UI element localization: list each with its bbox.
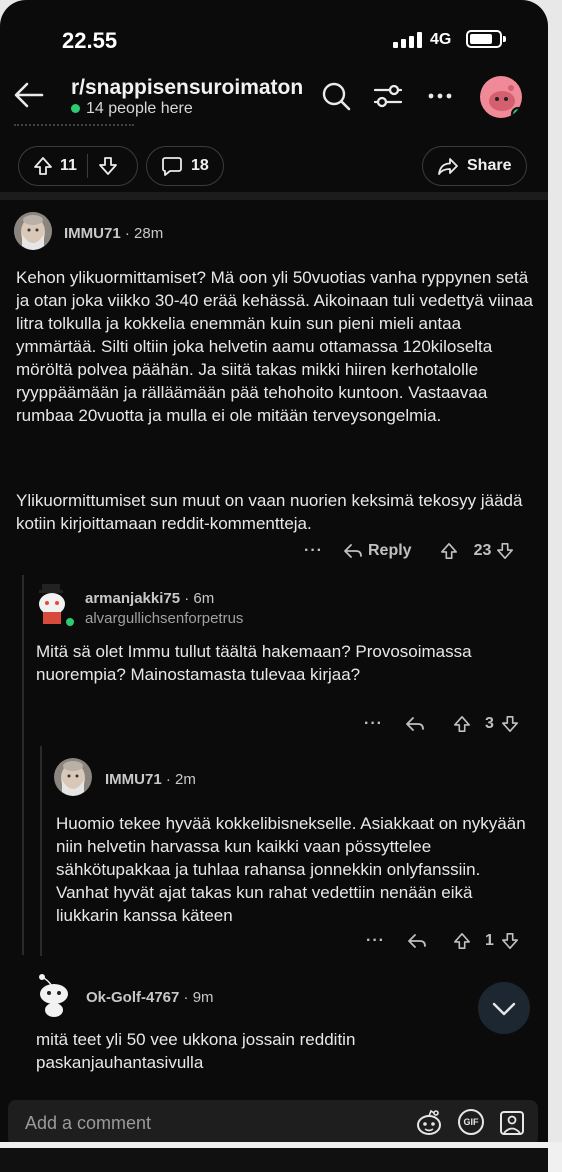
online-status-dot [64,616,76,628]
author-name[interactable]: armanjakki75 [85,590,180,607]
chevron-down-icon [492,1002,516,1016]
comment-body: Mitä sä olet Immu tullut täältä hakemaan… [36,642,472,684]
signal-icon [393,32,423,48]
vote-separator [86,154,88,178]
share-label: Share [467,157,512,174]
comment-body: Ylikuormittumiset sun muut on vaan nuori… [16,491,523,533]
downvote-icon[interactable] [98,156,118,176]
downvote-icon[interactable] [501,715,519,733]
comment-body: Huomio tekee hyvää kokkelibisnekselle. A… [56,814,526,925]
status-time: 22.55 [62,28,118,53]
avatar-face-icon [14,212,52,250]
downvote-icon[interactable] [501,932,519,950]
avatar-face-icon [54,758,92,796]
reply-arrow-icon[interactable] [407,932,427,950]
home-bar [0,1148,548,1172]
comment-time: 6m [193,590,215,607]
scroll-down-button[interactable] [478,982,530,1034]
comment: armanjakki75 · 6m alvargullichsenforpetr… [0,580,548,740]
status-bar: 22.55 4G [0,26,548,56]
author-avatar[interactable] [34,582,76,628]
author-name[interactable]: Ok-Golf-4767 [86,989,179,1006]
subreddit-header: r/snappisensuroimaton 14 people here [0,70,548,126]
comment-author[interactable]: armanjakki75 · 6m [85,590,214,607]
truncated-text [14,124,134,130]
author-avatar[interactable] [14,212,52,250]
more-options-icon[interactable] [424,80,456,112]
comment-bubble-icon [162,157,182,176]
comment: Ok-Golf-4767 · 9m mitä teet yli 50 vee u… [0,970,548,1090]
comment-count: 18 [191,157,209,174]
screen-edge [0,1142,562,1172]
comment-time: 9m [192,989,214,1006]
user-flair: alvargullichsenforpetrus [85,610,244,627]
filter-icon[interactable] [372,80,404,112]
comment-author[interactable]: Ok-Golf-4767 · 9m [86,989,214,1006]
vote-count: 1 [484,932,494,949]
vote-count: 23 [473,542,492,559]
post-actions: 11 18 Share [0,146,548,188]
reply-arrow-icon[interactable] [405,715,425,733]
more-dots-icon[interactable]: ··· [364,715,383,733]
user-avatar[interactable] [480,76,522,118]
battery-icon [466,30,506,48]
comment-author[interactable]: IMMU71 · 2m [105,771,196,788]
share-button[interactable]: Share [422,146,527,186]
online-text: 14 people here [86,100,193,117]
section-divider [0,192,548,200]
phone-screen: 22.55 4G r/snappisensuroimaton 14 people… [0,0,548,1142]
comments-button[interactable]: 18 [146,146,224,186]
comment-time: 2m [175,771,196,788]
comment: IMMU71 · 2m Huomio tekee hyvää kokkelibi… [0,756,548,956]
vote-pill: 11 [18,146,138,186]
online-count: 14 people here [71,100,193,118]
network-type: 4G [430,31,452,48]
more-dots-icon[interactable]: ··· [366,932,385,950]
comment-time-separator: · [161,771,176,788]
add-comment-placeholder[interactable]: Add a comment [25,1113,151,1134]
upvote-count: 11 [60,157,77,174]
gif-icon[interactable]: GIF [458,1109,484,1135]
author-avatar[interactable] [54,758,92,796]
vote-count: 3 [484,715,494,732]
more-dots-icon[interactable]: ··· [304,542,323,560]
comment-time: 28m [134,225,164,242]
author-name[interactable]: IMMU71 [64,225,121,242]
comment-body: mitä teet yli 50 vee ukkona jossain redd… [36,1030,356,1072]
back-arrow-icon[interactable] [12,78,46,112]
online-dot-icon [71,104,80,113]
downvote-icon[interactable] [496,542,514,560]
share-arrow-icon [438,158,458,175]
snoo-avatar-icon [39,974,68,1017]
subreddit-name[interactable]: r/snappisensuroimaton [71,76,303,100]
add-comment-bar[interactable]: Add a comment GIF [8,1100,538,1142]
upvote-icon[interactable] [453,715,471,733]
gif-label: GIF [463,1117,479,1127]
comment-meta: ··· 3 [364,715,519,733]
online-status-dot [511,107,522,118]
snoo-emoji-icon[interactable] [414,1108,444,1138]
comment-meta: ··· 1 [366,932,519,950]
upvote-icon[interactable] [453,932,471,950]
author-name[interactable]: IMMU71 [105,771,162,788]
reply-arrow-icon[interactable] [343,542,363,560]
upvote-icon[interactable] [33,156,53,176]
comment-time-separator: · [179,989,193,1006]
image-upload-icon[interactable] [497,1108,527,1138]
comment: IMMU71 · 28m Kehon ylikuormittamiset? Mä… [0,208,548,568]
comment-meta: ··· Reply 23 [304,542,514,560]
comment-body: Kehon ylikuormittamiset? Mä oon yli 50vu… [16,268,533,425]
upvote-icon[interactable] [440,542,458,560]
author-avatar[interactable] [34,972,74,1018]
comment-time-separator: · [120,225,135,242]
search-icon[interactable] [320,80,352,112]
comment-author[interactable]: IMMU71 · 28m [64,225,163,242]
comment-time-separator: · [180,590,194,607]
reply-button[interactable]: Reply [368,542,412,560]
